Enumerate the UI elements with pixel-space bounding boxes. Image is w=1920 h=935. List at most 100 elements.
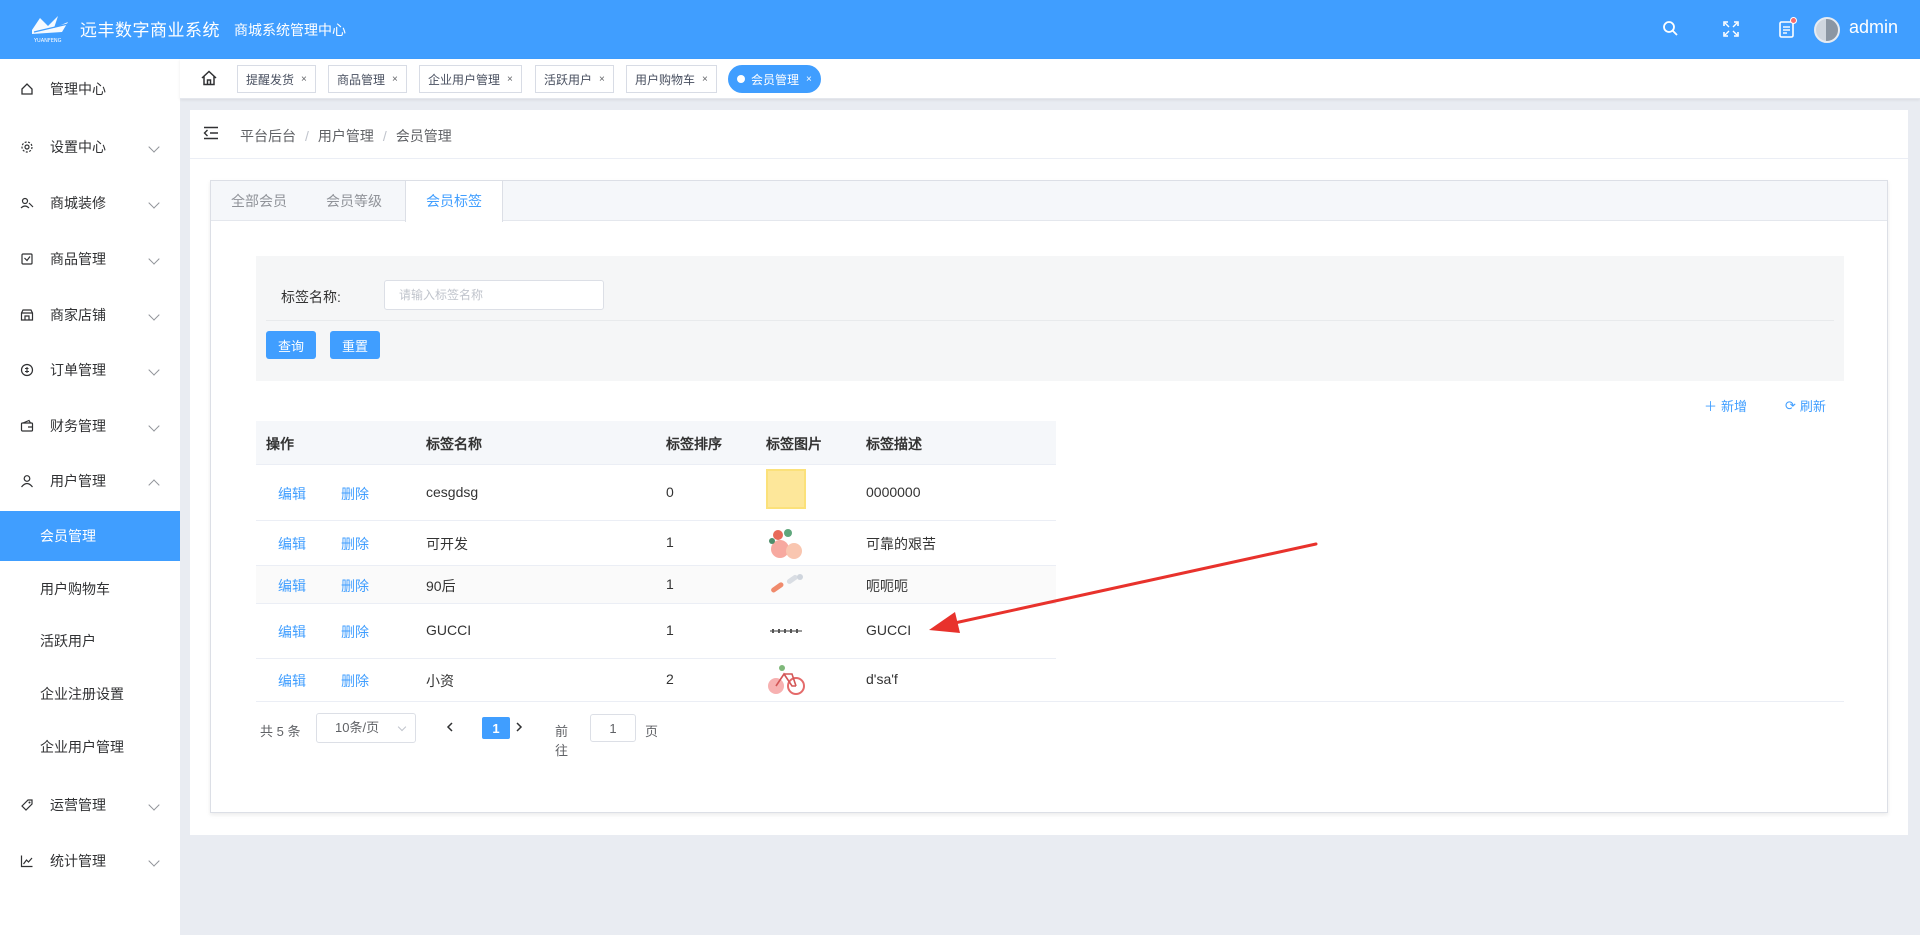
sidebar-item-label: 运营管理 [50, 797, 106, 813]
tag-member-management[interactable]: 会员管理 × [728, 65, 821, 93]
sidebar-subitem-cart[interactable]: 用户购物车 [0, 564, 180, 614]
delete-link[interactable]: 删除 [341, 671, 369, 691]
goto-label: 前往 [555, 724, 569, 758]
edit-link[interactable]: 编辑 [278, 671, 306, 691]
avatar[interactable] [1814, 17, 1840, 43]
pagination-total: 共 5 条 [260, 724, 301, 739]
yuanfeng-logo-icon: YUANFENG [32, 16, 69, 44]
close-icon[interactable]: × [599, 74, 605, 85]
tag-name-input[interactable] [384, 280, 604, 310]
goto-page-input[interactable] [590, 714, 636, 742]
tags-view-bar: 提醒发货 × 商品管理 × 企业用户管理 × 活跃用户 × 用户购物车 × 会员管理 × [180, 59, 1920, 99]
active-dot [737, 75, 745, 83]
next-page-icon[interactable] [512, 720, 526, 734]
search-panel: 标签名称: 查询 重置 [256, 256, 1844, 381]
edit-link[interactable]: 编辑 [278, 484, 306, 504]
sidebar-item-goods[interactable]: 商品管理 [0, 233, 180, 285]
chevron-down-icon [397, 722, 407, 732]
edit-link[interactable]: 编辑 [278, 534, 306, 554]
sidebar-item-finance[interactable]: 财务管理 [0, 400, 180, 452]
sidebar-item-label: 商城装修 [50, 195, 106, 211]
goods-icon [21, 253, 33, 265]
column-header: 标签排序 [666, 436, 722, 452]
table-row: 编辑 删除 90后 1 呃呃呃 [256, 566, 1056, 604]
sidebar-item-users[interactable]: 用户管理 [0, 455, 180, 507]
breadcrumb-separator: / [305, 128, 309, 144]
tag-sort-cell: 1 [666, 534, 674, 550]
tag-goods-management[interactable]: 商品管理 × [328, 65, 407, 93]
tag-remind-shipping[interactable]: 提醒发货 × [237, 65, 316, 93]
fullscreen-icon[interactable] [1720, 18, 1742, 40]
tag-name-cell: 小资 [426, 673, 454, 689]
sidebar-item-shop[interactable]: 商家店铺 [0, 289, 180, 341]
sidebar-item-decoration[interactable]: 商城装修 [0, 177, 180, 229]
refresh-label: 刷新 [1799, 399, 1826, 414]
sidebar-item-label: 商品管理 [50, 251, 106, 267]
page-number-current[interactable]: 1 [482, 717, 510, 739]
close-icon[interactable]: × [702, 74, 708, 85]
page-unit-label: 页 [645, 724, 659, 739]
close-icon[interactable]: × [392, 74, 398, 85]
table-row: 编辑 删除 cesgdsg 0 0000000 [256, 465, 1056, 521]
tag-user-cart[interactable]: 用户购物车 × [626, 65, 717, 93]
message-button[interactable] [1776, 17, 1798, 40]
delete-link[interactable]: 删除 [341, 622, 369, 642]
delete-link[interactable]: 删除 [341, 534, 369, 554]
close-icon[interactable]: × [806, 74, 812, 85]
breadcrumb-item[interactable]: 用户管理 [318, 128, 374, 144]
tag-sort-cell: 2 [666, 671, 674, 687]
home-icon[interactable] [200, 69, 218, 87]
username[interactable]: admin [1849, 17, 1898, 38]
table-row: 编辑 删除 GUCCI 1 GUCCI [256, 604, 1056, 659]
close-icon[interactable]: × [507, 74, 513, 85]
shop-icon [20, 309, 34, 321]
tab-member-tags[interactable]: 会员标签 [405, 181, 503, 222]
add-button[interactable]: ＋新增 [1704, 396, 1747, 415]
table-row: 编辑 删除 可开发 1 可靠的艰苦 [256, 521, 1056, 566]
sidebar-item-orders[interactable]: 订单管理 [0, 344, 180, 396]
sidebar-subitem-enterprise-reg[interactable]: 企业注册设置 [0, 669, 180, 719]
menu-collapse-icon[interactable] [203, 126, 219, 140]
close-icon[interactable]: × [301, 74, 307, 85]
sidebar-subitem-enterprise-users[interactable]: 企业用户管理 [0, 722, 180, 772]
tag-image-gucci-logo [770, 629, 802, 633]
edit-link[interactable]: 编辑 [278, 622, 306, 642]
chevron-down-icon [148, 420, 160, 432]
refresh-button[interactable]: ⟳ 刷新 [1785, 396, 1826, 415]
tag-image-pills [771, 574, 803, 593]
sidebar-subitem-active-users[interactable]: 活跃用户 [0, 616, 180, 666]
reset-button[interactable]: 重置 [330, 331, 380, 359]
sidebar: 管理中心 设置中心 商城装修 商品管理 商家店铺 订单管理 财务管理 用户管理 … [0, 59, 180, 935]
user-icon [21, 475, 33, 488]
chevron-down-icon [148, 799, 160, 811]
sidebar-item-operations[interactable]: 运营管理 [0, 779, 180, 831]
tab-member-levels[interactable]: 会员等级 [306, 181, 402, 221]
breadcrumb-item[interactable]: 平台后台 [240, 128, 296, 144]
column-header: 标签描述 [866, 436, 922, 452]
column-header: 标签图片 [766, 436, 822, 452]
tag-sort-cell: 1 [666, 622, 674, 638]
chevron-down-icon [148, 364, 160, 376]
sidebar-item-statistics[interactable]: 统计管理 [0, 835, 180, 887]
page-size-select[interactable]: 10条/页 [316, 713, 416, 743]
search-icon[interactable] [1660, 18, 1682, 40]
sidebar-item-label: 订单管理 [50, 362, 106, 378]
chevron-down-icon [148, 253, 160, 265]
sidebar-item-settings[interactable]: 设置中心 [0, 121, 180, 173]
sidebar-subitem-member[interactable]: 会员管理 [0, 511, 180, 561]
query-button[interactable]: 查询 [266, 331, 316, 359]
tag-image-flowers [769, 529, 802, 559]
tag-label: 企业用户管理 [428, 72, 501, 87]
prev-page-icon[interactable] [443, 720, 457, 734]
delete-link[interactable]: 删除 [341, 576, 369, 596]
delete-link[interactable]: 删除 [341, 484, 369, 504]
sidebar-item-dashboard[interactable]: 管理中心 [0, 63, 180, 115]
tag-enterprise-users[interactable]: 企业用户管理 × [419, 65, 522, 93]
main-content: 平台后台 / 用户管理 / 会员管理 全部会员 会员等级 会员标签 标签名称: 查询 重… [190, 110, 1908, 835]
tag-active-users[interactable]: 活跃用户 × [535, 65, 614, 93]
edit-link[interactable]: 编辑 [278, 576, 306, 596]
home-icon [21, 83, 33, 95]
chevron-down-icon [148, 309, 160, 321]
tab-all-members[interactable]: 全部会员 [211, 181, 307, 221]
chevron-down-icon [148, 141, 160, 153]
